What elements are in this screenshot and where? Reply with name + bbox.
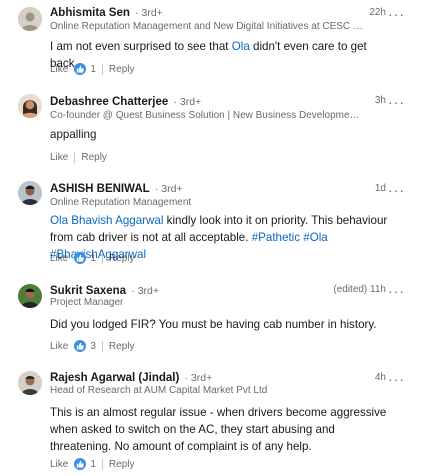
reaction-count[interactable]: 1 <box>90 253 96 264</box>
comment-timestamp: 1d <box>374 183 386 194</box>
comment-text: Did you lodged FIR? You must be having c… <box>50 316 390 333</box>
avatar[interactable] <box>18 94 42 118</box>
profile-photo-icon <box>18 181 42 205</box>
reply-button[interactable]: Reply <box>109 253 135 264</box>
like-reaction-icon[interactable] <box>74 63 87 75</box>
comment-item: ASHISH BENIWAL · 3rd+ Online Reputation … <box>0 166 429 274</box>
avatar[interactable] <box>18 371 42 395</box>
reply-button[interactable]: Reply <box>81 152 107 163</box>
reply-button[interactable]: Reply <box>109 341 135 352</box>
author-name[interactable]: Sukrit Saxena <box>50 285 126 297</box>
like-reaction-icon[interactable] <box>74 252 87 264</box>
like-button[interactable]: Like <box>50 64 68 75</box>
comment-text: This is an almost regular issue - when d… <box>50 404 390 455</box>
comment-actions: Like 1 Reply <box>50 252 135 264</box>
comment-actions: Like 1 Reply <box>50 458 135 470</box>
default-person-icon <box>18 7 42 31</box>
mention-link[interactable]: Ola <box>232 40 250 53</box>
divider <box>74 152 76 163</box>
profile-photo-icon <box>18 94 42 118</box>
connection-degree: · 3rd+ <box>173 96 202 108</box>
connection-degree: · 3rd+ <box>135 7 163 19</box>
avatar[interactable] <box>18 284 42 308</box>
avatar[interactable] <box>18 181 42 205</box>
comment-timestamp: 4h <box>374 372 386 383</box>
author-line: Abhismita Sen · 3rd+ <box>50 7 163 19</box>
divider <box>101 458 103 470</box>
comment-item: Rajesh Agarwal (Jindal) · 3rd+ Head of R… <box>0 364 429 476</box>
more-options-icon[interactable]: ··· <box>388 284 405 298</box>
author-line: Rajesh Agarwal (Jindal) · 3rd+ <box>50 372 212 384</box>
author-name[interactable]: ASHISH BENIWAL <box>50 183 150 195</box>
author-headline: Head of Research at AUM Capital Market P… <box>50 385 268 396</box>
author-headline: Online Reputation Management <box>50 197 192 208</box>
comment-timestamp: 3h <box>374 95 386 106</box>
divider <box>101 63 103 75</box>
author-line: ASHISH BENIWAL · 3rd+ <box>50 183 183 195</box>
comment-text: appalling <box>50 126 390 143</box>
author-headline: Project Manager <box>50 297 124 308</box>
comment-text-part: appalling <box>50 128 97 141</box>
like-reaction-icon[interactable] <box>74 458 87 470</box>
comment-item: Sukrit Saxena · 3rd+ Project Manager (ed… <box>0 274 429 364</box>
reaction-count[interactable]: 1 <box>90 459 96 470</box>
avatar[interactable] <box>18 7 42 31</box>
more-options-icon[interactable]: ··· <box>388 95 405 109</box>
comment-timestamp: 22h <box>369 7 386 18</box>
mention-link[interactable]: Ola Bhavish Aggarwal <box>50 214 163 227</box>
divider <box>101 252 103 264</box>
comment-actions: Like Reply <box>50 152 107 163</box>
more-options-icon[interactable]: ··· <box>388 372 405 386</box>
divider <box>101 340 103 352</box>
reply-button[interactable]: Reply <box>109 64 135 75</box>
author-headline: Online Reputation Management and New Dig… <box>50 21 365 32</box>
comment-text-part: This is an almost regular issue - when d… <box>50 406 387 453</box>
more-options-icon[interactable]: ··· <box>388 7 405 21</box>
like-reaction-icon[interactable] <box>74 340 87 352</box>
comment-actions: Like 1 Reply <box>50 63 135 75</box>
connection-degree: · 3rd+ <box>131 285 160 297</box>
author-name[interactable]: Abhismita Sen <box>50 7 130 19</box>
like-button[interactable]: Like <box>50 459 68 470</box>
like-button[interactable]: Like <box>50 152 68 163</box>
author-line: Sukrit Saxena · 3rd+ <box>50 285 159 297</box>
like-button[interactable]: Like <box>50 253 68 264</box>
author-headline: Co-founder @ Quest Business Solution | N… <box>50 110 365 121</box>
comment-text-part: I am not even surprised to see that <box>50 40 232 53</box>
reply-button[interactable]: Reply <box>109 459 135 470</box>
author-line: Debashree Chatterjee · 3rd+ <box>50 96 201 108</box>
reaction-count[interactable]: 3 <box>90 341 96 352</box>
author-name[interactable]: Rajesh Agarwal (Jindal) <box>50 372 179 384</box>
profile-photo-icon <box>18 371 42 395</box>
like-button[interactable]: Like <box>50 341 68 352</box>
comment-item: Debashree Chatterjee · 3rd+ Co-founder @… <box>0 86 429 166</box>
author-name[interactable]: Debashree Chatterjee <box>50 96 168 108</box>
reaction-count[interactable]: 1 <box>90 64 96 75</box>
connection-degree: · 3rd+ <box>154 183 183 195</box>
comment-text-part: Did you lodged FIR? You must be having c… <box>50 318 377 331</box>
connection-degree: · 3rd+ <box>184 372 213 384</box>
comment-timestamp: (edited) 11h <box>333 284 386 295</box>
comment-actions: Like 3 Reply <box>50 340 135 352</box>
more-options-icon[interactable]: ··· <box>388 183 405 197</box>
profile-photo-icon <box>18 284 42 308</box>
comment-item: Abhismita Sen · 3rd+ Online Reputation M… <box>0 0 429 86</box>
